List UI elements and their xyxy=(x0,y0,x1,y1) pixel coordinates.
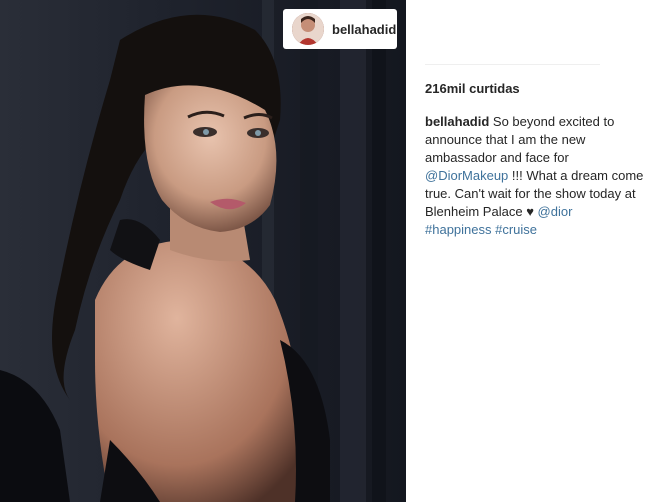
heart-icon: ♥ xyxy=(526,204,534,219)
mention-diormakeup[interactable]: @DiorMakeup xyxy=(425,168,508,183)
post-user-card[interactable]: bellahadid xyxy=(283,9,397,49)
profile-avatar[interactable] xyxy=(292,13,324,45)
post-photo[interactable]: bellahadid xyxy=(0,0,406,502)
profile-avatar-icon xyxy=(292,13,324,45)
post-username[interactable]: bellahadid xyxy=(332,22,396,37)
post-caption: bellahadid So beyond excited to announce… xyxy=(425,113,647,239)
header-divider xyxy=(425,64,600,65)
likes-count[interactable]: 216mil curtidas xyxy=(425,81,520,96)
mention-dior[interactable]: @dior xyxy=(538,204,573,219)
hashtag-happiness[interactable]: #happiness xyxy=(425,222,492,237)
caption-author[interactable]: bellahadid xyxy=(425,114,489,129)
hashtag-cruise[interactable]: #cruise xyxy=(495,222,537,237)
portrait-photo-icon xyxy=(0,0,406,502)
